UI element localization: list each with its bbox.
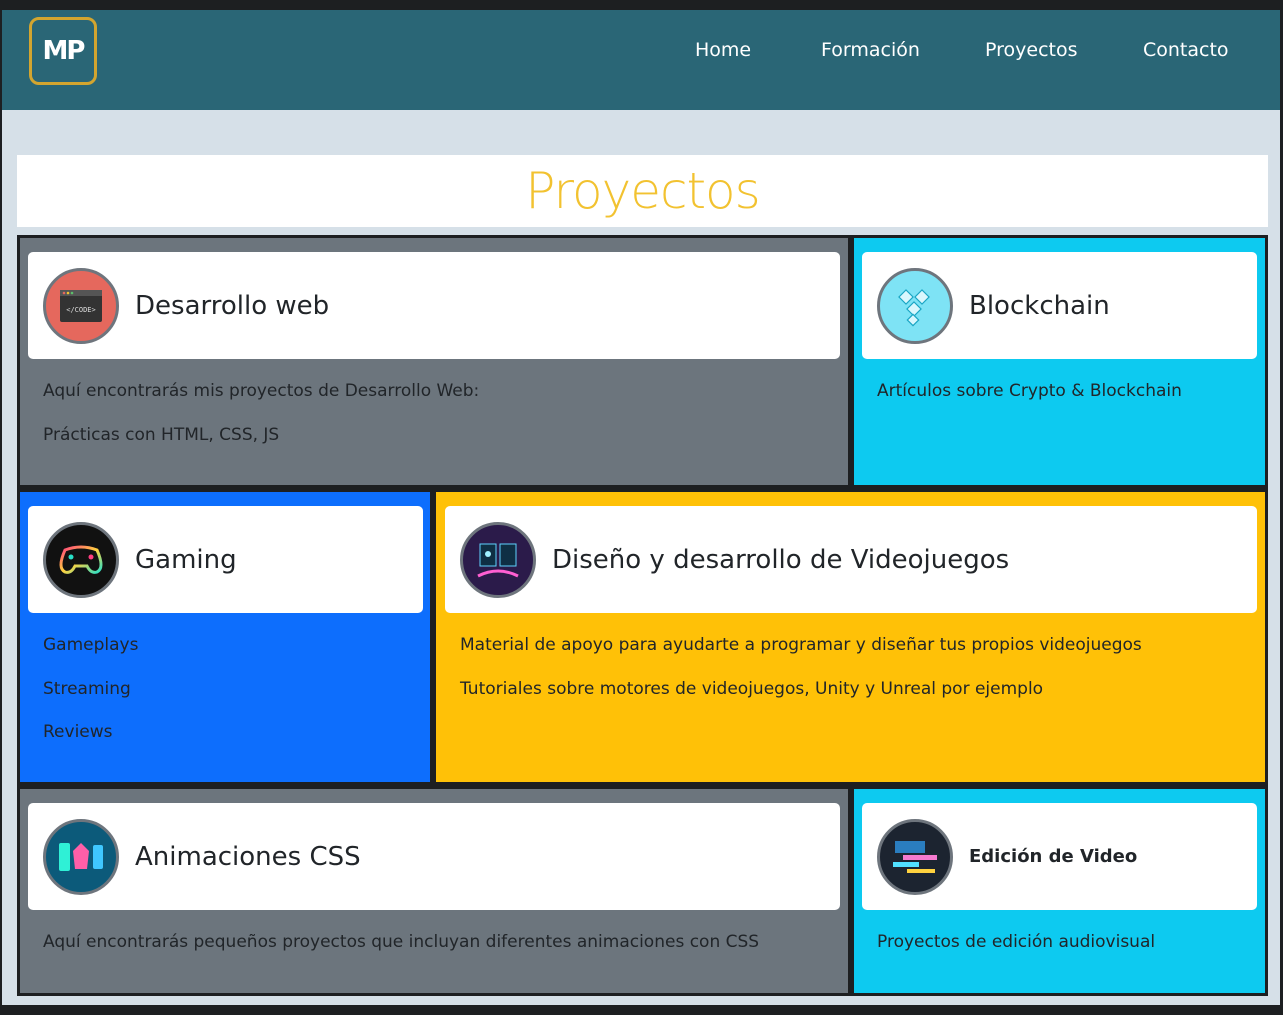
section-video-title: Edición de Video bbox=[969, 846, 1138, 867]
section-gamedev-line: Tutoriales sobre motores de videojuegos,… bbox=[460, 679, 1044, 699]
section-blockchain-title: Blockchain bbox=[969, 290, 1110, 321]
section-gaming-line: Reviews bbox=[43, 722, 113, 742]
section-gaming-line: Gameplays bbox=[43, 635, 139, 655]
section-css: Animaciones CSS Aquí encontrarás pequeño… bbox=[20, 789, 848, 993]
nav-proyectos[interactable]: Proyectos bbox=[985, 39, 1078, 61]
section-blockchain-card[interactable]: Blockchain bbox=[862, 252, 1257, 359]
section-css-title: Animaciones CSS bbox=[135, 841, 361, 872]
section-web-line: Aquí encontrarás mis proyectos de Desarr… bbox=[43, 381, 480, 401]
section-gamedev: Diseño y desarrollo de Videojuegos Mater… bbox=[436, 492, 1265, 782]
video-editing-icon bbox=[877, 818, 953, 895]
section-gamedev-line: Material de apoyo para ayudarte a progra… bbox=[460, 635, 1142, 655]
section-web: </CODE> Desarrollo web Aquí encontrarás … bbox=[20, 238, 848, 485]
game-dev-icon bbox=[460, 521, 536, 598]
brand-logo[interactable]: MP bbox=[29, 17, 97, 85]
section-gaming: Gaming Gameplays Streaming Reviews bbox=[20, 492, 430, 782]
gamepad-icon bbox=[43, 521, 119, 598]
nav-contacto[interactable]: Contacto bbox=[1143, 39, 1229, 61]
section-web-card[interactable]: </CODE> Desarrollo web bbox=[28, 252, 840, 359]
projects-grid: </CODE> Desarrollo web Aquí encontrarás … bbox=[17, 235, 1268, 996]
section-video-card[interactable]: Edición de Video bbox=[862, 803, 1257, 910]
blockchain-blocks-icon bbox=[877, 267, 953, 344]
section-blockchain-line: Artículos sobre Crypto & Blockchain bbox=[877, 381, 1182, 401]
navbar: MP Home Formación Proyectos Contacto bbox=[2, 10, 1280, 110]
nav-formacion[interactable]: Formación bbox=[821, 39, 920, 61]
section-gaming-line: Streaming bbox=[43, 679, 131, 699]
section-video-line: Proyectos de edición audiovisual bbox=[877, 932, 1156, 952]
page-title: Proyectos bbox=[525, 162, 760, 220]
svg-text:</CODE>: </CODE> bbox=[66, 306, 96, 314]
section-gaming-card[interactable]: Gaming bbox=[28, 506, 423, 613]
section-blockchain: Blockchain Artículos sobre Crypto & Bloc… bbox=[854, 238, 1265, 485]
css-animation-icon bbox=[43, 818, 119, 895]
nav-home[interactable]: Home bbox=[695, 39, 751, 61]
page-frame: MP Home Formación Proyectos Contacto Pro… bbox=[2, 10, 1280, 1005]
page-title-bar: Proyectos bbox=[17, 155, 1268, 227]
section-gaming-title: Gaming bbox=[135, 544, 237, 575]
section-gamedev-card[interactable]: Diseño y desarrollo de Videojuegos bbox=[445, 506, 1257, 613]
section-css-line: Aquí encontrarás pequeños proyectos que … bbox=[43, 932, 760, 952]
section-web-title: Desarrollo web bbox=[135, 290, 330, 321]
section-video: Edición de Video Proyectos de edición au… bbox=[854, 789, 1265, 993]
section-css-card[interactable]: Animaciones CSS bbox=[28, 803, 840, 910]
section-web-line: Prácticas con HTML, CSS, JS bbox=[43, 425, 280, 445]
section-gamedev-title: Diseño y desarrollo de Videojuegos bbox=[552, 544, 1010, 575]
code-window-icon: </CODE> bbox=[43, 267, 119, 344]
